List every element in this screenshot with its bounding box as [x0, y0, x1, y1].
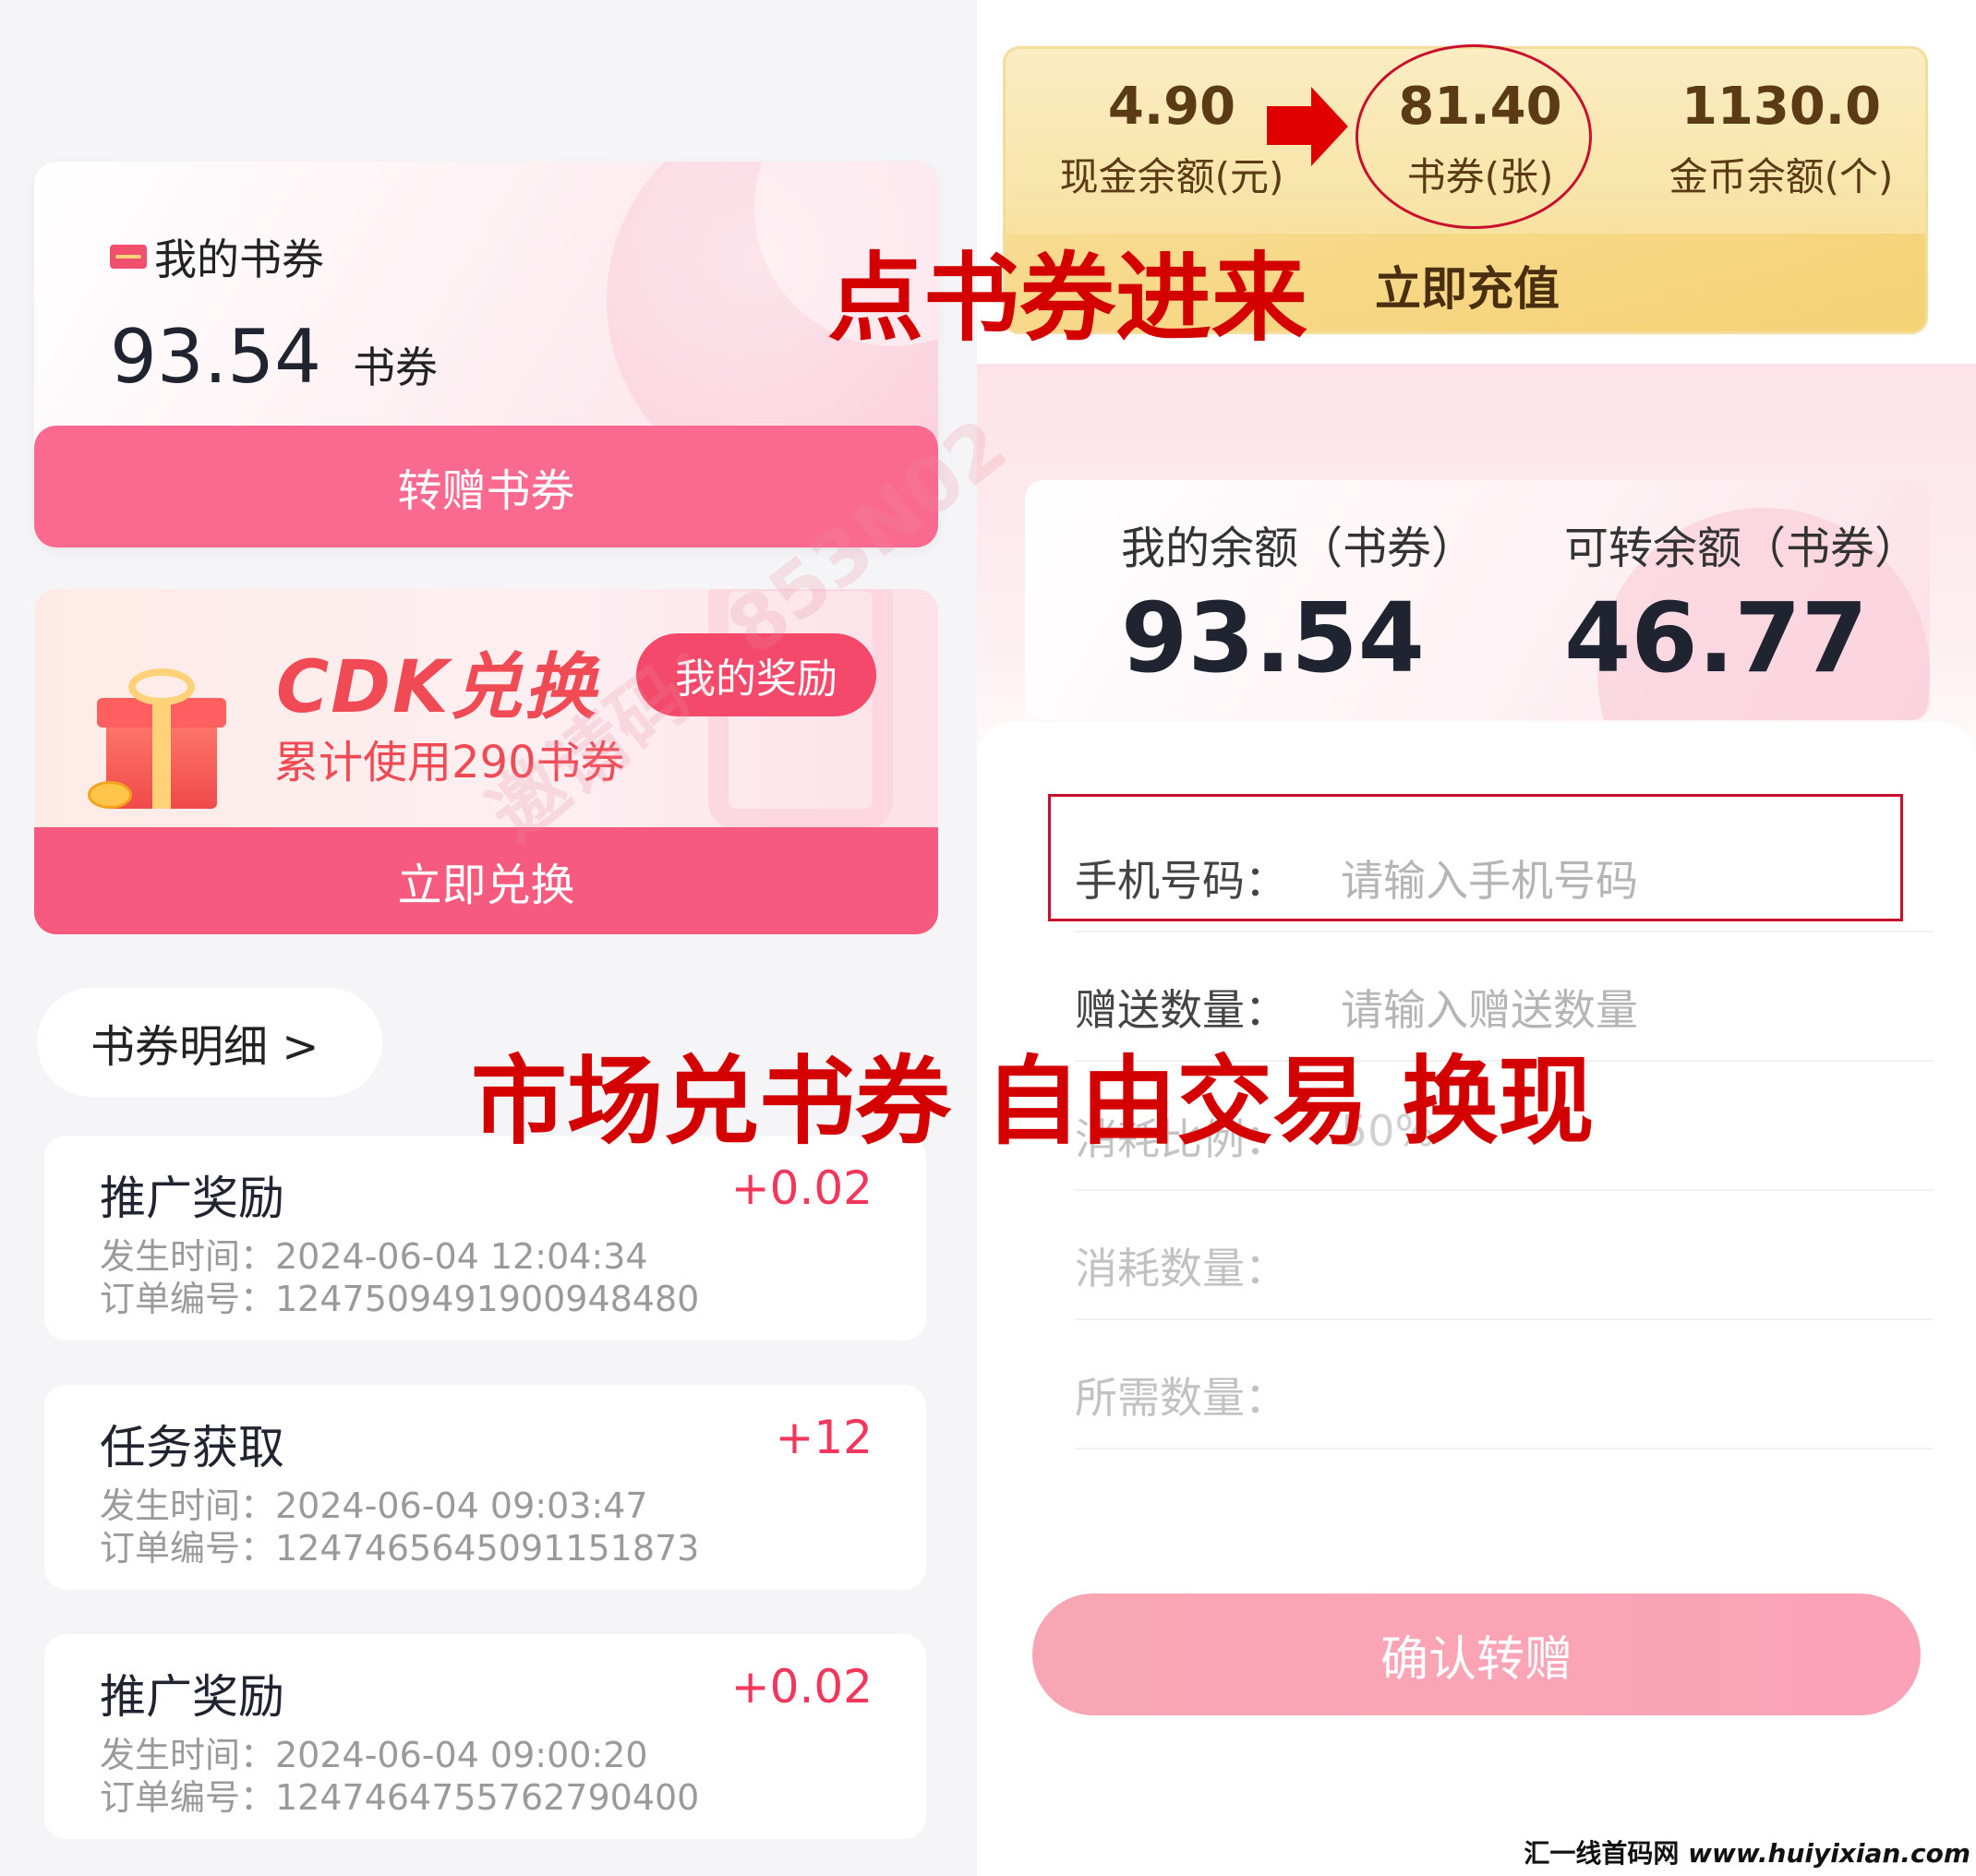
gold-balance[interactable]: 1130.0 金币余额(个) [1652, 77, 1910, 202]
record-amount: +0.02 [730, 1660, 873, 1714]
record-title: 推广奖励 [100, 1670, 284, 1724]
transferable-value: 46.77 [1564, 582, 1868, 694]
coin-icon [88, 781, 132, 809]
consume-amount-label: 消耗数量： [1075, 1244, 1287, 1293]
coupon-title: 我的书券 [154, 234, 324, 284]
red-arrow-head-icon [1311, 87, 1348, 166]
record-order: 订单编号：1247464755762790400 [100, 1777, 700, 1818]
recharge-now-button[interactable]: 立即充值 [1375, 252, 1560, 319]
record-amount: +12 [775, 1411, 873, 1464]
confirm-transfer-button[interactable]: 确认转赠 [1032, 1593, 1921, 1715]
coupon-amount-row: 93.54 书券 [110, 314, 438, 400]
enter-coupon-caption: 点书券进来 [827, 242, 1308, 355]
site-name: 汇一线首码网 [1524, 1838, 1680, 1869]
coupon-title-row: 我的书券 [110, 226, 324, 287]
my-balance-value: 93.54 [1121, 582, 1425, 694]
ticket-icon [110, 245, 147, 269]
consume-amount-field: 消耗数量： [1075, 1191, 1934, 1320]
record-order: 订单编号：1247465645091151873 [100, 1528, 700, 1569]
site-watermark: 汇一线首码网 www.huiyixian.com [1524, 1834, 1970, 1870]
transferable-label: 可转余额（书券） [1564, 523, 1920, 574]
my-coupon-card: 我的书券 93.54 书券 转赠书券 [34, 162, 938, 547]
cash-balance[interactable]: 4.90 现金余额(元) [1042, 77, 1301, 202]
coupon-detail-link[interactable]: 书券明细 > [37, 988, 382, 1097]
red-arrow-icon [1267, 106, 1311, 145]
cash-value: 4.90 [1107, 77, 1236, 137]
record-item[interactable]: 推广奖励 +0.02 发生时间：2024-06-04 09:00:20 订单编号… [44, 1634, 926, 1839]
cash-label: 现金余额(元) [1059, 154, 1284, 199]
highlight-ellipse [1355, 44, 1592, 229]
coupon-amount: 93.54 [110, 314, 322, 400]
record-item[interactable]: 推广奖励 +0.02 发生时间：2024-06-04 12:04:34 订单编号… [44, 1136, 926, 1341]
record-order: 订单编号：1247509491900948480 [100, 1279, 700, 1319]
required-amount-label: 所需数量： [1075, 1373, 1287, 1423]
balance-card: 我的余额（书券） 93.54 可转余额（书券） 46.77 [1025, 480, 1930, 720]
record-title: 任务获取 [100, 1421, 284, 1474]
market-caption: 市场兑书券 自由交易 换现 [471, 1045, 1595, 1158]
my-balance-block: 我的余额（书券） 93.54 [1121, 511, 1476, 694]
coupon-unit: 书券 [353, 343, 439, 392]
transferable-block: 可转余额（书券） 46.77 [1564, 511, 1919, 694]
required-amount-field: 所需数量： [1075, 1320, 1934, 1449]
site-url: www.huiyixian.com [1688, 1838, 1970, 1869]
record-item[interactable]: 任务获取 +12 发生时间：2024-06-04 09:03:47 订单编号：1… [44, 1385, 926, 1590]
composite-screenshot: 我的书券 93.54 书券 转赠书券 CDK兑换 我的奖励 累计使用290书券 … [0, 0, 1976, 1876]
record-amount: +0.02 [730, 1161, 873, 1215]
my-balance-label: 我的余额（书券） [1121, 523, 1476, 574]
gold-label: 金币余额(个) [1669, 154, 1894, 199]
redeem-now-button[interactable]: 立即兑换 [34, 827, 938, 934]
gold-value: 1130.0 [1681, 77, 1882, 137]
gift-box-icon [88, 661, 245, 818]
record-title: 推广奖励 [100, 1172, 284, 1225]
phone-highlight-box [1048, 794, 1903, 921]
